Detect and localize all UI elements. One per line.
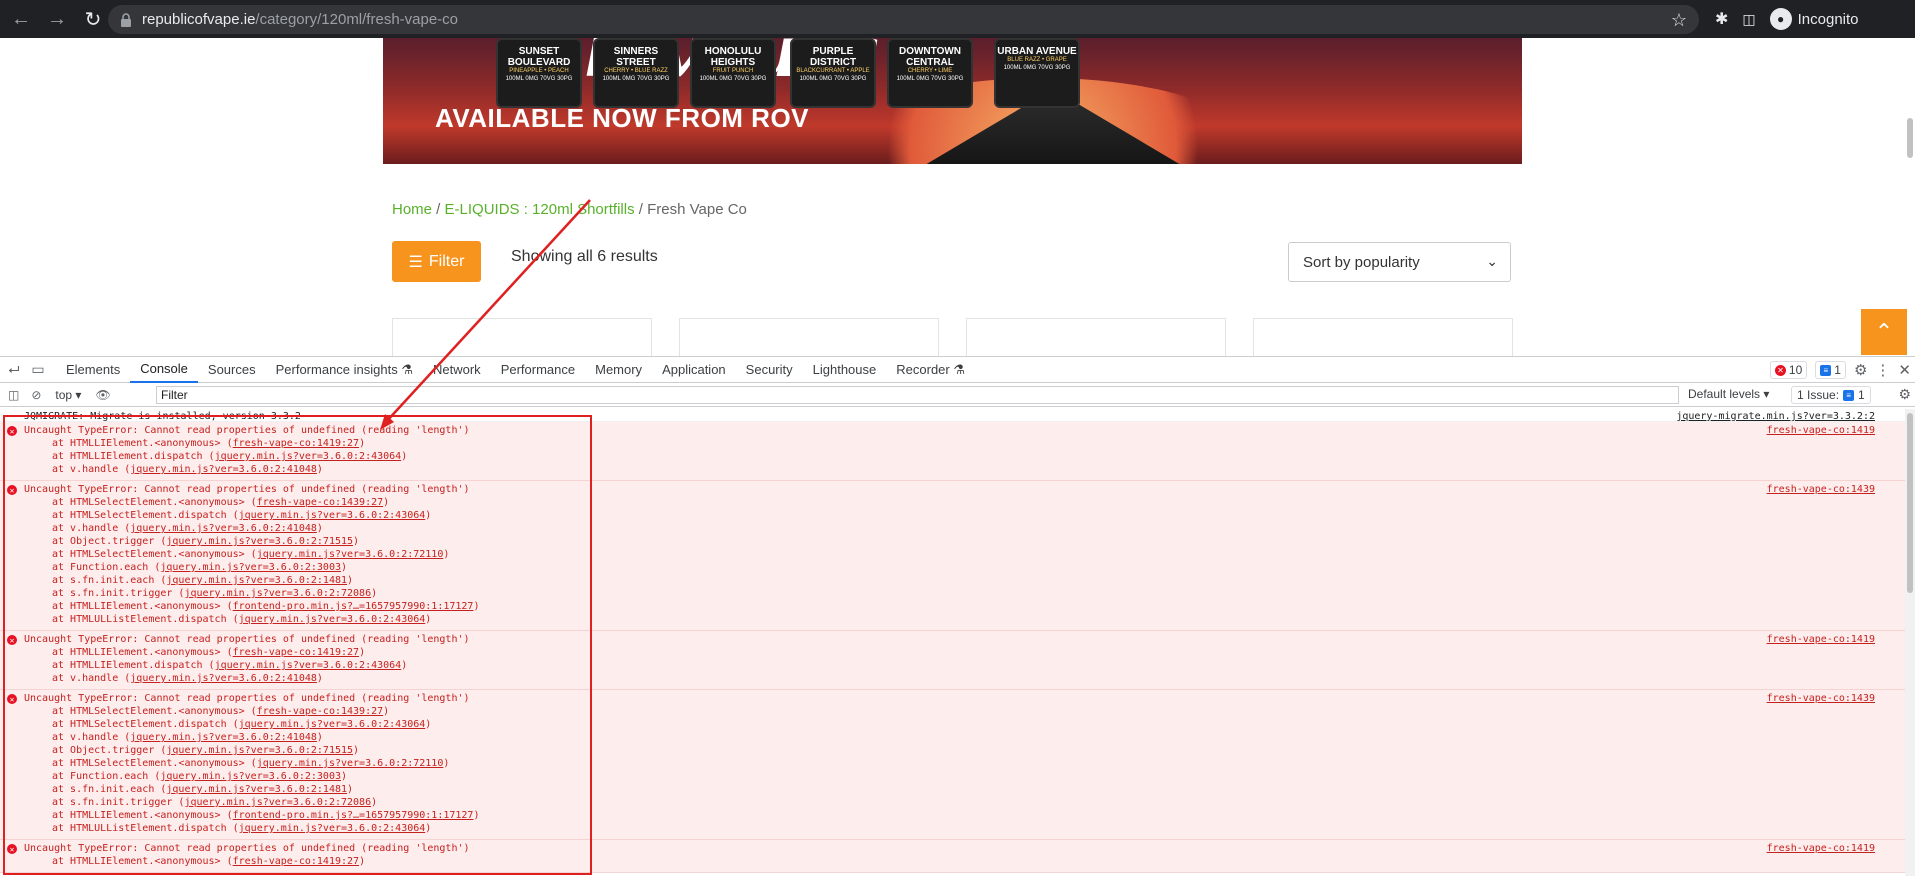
page-viewport: Flavours AVAILABLE NOW FROM ROV SUNSET B…	[0, 38, 1915, 356]
context-select[interactable]: top ▾	[55, 388, 81, 402]
source-link[interactable]: jquery-migrate.min.js?ver=3.3.2:2	[1676, 411, 1875, 422]
url-text: republicofvape.ie/category/120ml/fresh-v…	[142, 11, 459, 28]
breadcrumb: Home / E-LIQUIDS : 120ml Shortfills / Fr…	[392, 201, 747, 218]
console-scrollbar[interactable]	[1905, 409, 1915, 876]
product-bottle: HONOLULU HEIGHTS FRUIT PUNCH 100ML 0MG 70V…	[690, 38, 776, 108]
live-expression-eye-icon[interactable]: 👁	[95, 388, 110, 402]
product-bottle: PURPLE DISTRICT BLACKCURRANT • APPLE 100ML…	[790, 38, 876, 108]
device-toggle-icon[interactable]: ▭	[28, 360, 48, 380]
tab-security[interactable]: Security	[736, 357, 803, 383]
source-link[interactable]: fresh-vape-co:1419	[1767, 424, 1875, 437]
tab-recorder[interactable]: Recorder ⚗	[886, 357, 975, 383]
incognito-icon: ●	[1769, 8, 1792, 30]
menu-icon: ☰	[408, 253, 423, 271]
extensions-icon[interactable]: ✱	[1715, 9, 1728, 29]
profile-label: Incognito	[1797, 10, 1859, 28]
sidebar-toggle-icon[interactable]: ◫	[8, 388, 19, 402]
product-bottle: SINNERS STREET CHERRY • BLUE RAZZ 100ML 0M…	[593, 38, 679, 108]
reload-icon[interactable]: ↻	[78, 4, 108, 34]
chevron-down-icon: ⌄	[1486, 253, 1498, 269]
sort-value: Sort by popularity	[1303, 253, 1420, 271]
error-count-badge[interactable]: ✕ 10	[1769, 361, 1808, 379]
message-icon: ≡	[1820, 364, 1832, 376]
filter-button[interactable]: ☰ Filter	[392, 241, 481, 282]
tab-memory[interactable]: Memory	[585, 357, 652, 383]
filter-label: Filter	[428, 252, 465, 270]
browser-toolbar: ← → ↻ republicofvape.ie/category/120ml/f…	[0, 0, 1915, 38]
console-toolbar: ◫ ⊘ top ▾ 👁 Filter Default levels ▾ 1 Is…	[0, 383, 1915, 407]
product-card[interactable]	[1253, 318, 1513, 356]
tab-sources[interactable]: Sources	[198, 357, 266, 383]
product-card[interactable]	[966, 318, 1226, 356]
address-bar[interactable]: republicofvape.ie/category/120ml/fresh-v…	[108, 5, 1699, 34]
breadcrumb-current: Fresh Vape Co	[647, 201, 747, 218]
error-icon: ✕	[1774, 364, 1786, 376]
lock-icon	[121, 12, 131, 27]
issue-icon: ≡	[1843, 389, 1855, 401]
devtools-tabbar: ⮠ ▭ Elements Console Sources Performance in…	[0, 357, 1915, 383]
inspect-icon[interactable]: ⮠	[4, 360, 24, 380]
message-count-badge[interactable]: ≡ 1	[1815, 361, 1846, 379]
tab-lighthouse[interactable]: Lighthouse	[803, 357, 887, 383]
forward-icon[interactable]: →	[42, 4, 72, 34]
incognito-profile[interactable]: ● Incognito	[1769, 8, 1859, 30]
scroll-to-top-button[interactable]: ⌃	[1861, 309, 1907, 355]
tab-console[interactable]: Console	[130, 357, 198, 383]
back-icon[interactable]: ←	[6, 4, 36, 34]
annotation-highlight-box	[3, 415, 592, 875]
breadcrumb-home[interactable]: Home	[392, 201, 432, 218]
console-filter-input[interactable]: Filter	[156, 386, 1679, 404]
tab-performance[interactable]: Performance	[491, 357, 585, 383]
product-card[interactable]	[679, 318, 939, 356]
product-bottle: SUNSET BOULEVARD PINEAPPLE • PEACH 100ML 0…	[496, 38, 582, 108]
side-panel-icon[interactable]: ◫	[1742, 11, 1755, 28]
source-link[interactable]: fresh-vape-co:1439	[1767, 483, 1875, 496]
product-card[interactable]	[392, 318, 652, 356]
tab-elements[interactable]: Elements	[56, 357, 130, 383]
bookmark-star-icon[interactable]: ☆	[1671, 10, 1687, 31]
source-link[interactable]: fresh-vape-co:1419	[1767, 842, 1875, 855]
more-options-icon[interactable]: ⋮	[1875, 361, 1890, 379]
tab-performance-insights[interactable]: Performance insights ⚗	[266, 357, 423, 383]
log-levels-select[interactable]: Default levels ▾	[1688, 387, 1769, 401]
promo-banner[interactable]: Flavours AVAILABLE NOW FROM ROV SUNSET B…	[383, 38, 1522, 164]
product-bottle: DOWNTOWN CENTRAL CHERRY • LIME 100ML 0MG 7…	[887, 38, 973, 108]
source-link[interactable]: fresh-vape-co:1419	[1767, 633, 1875, 646]
clear-console-icon[interactable]: ⊘	[31, 388, 41, 402]
chevron-up-icon: ⌃	[1874, 319, 1894, 344]
page-scrollbar[interactable]	[1907, 118, 1913, 158]
tab-application[interactable]: Application	[652, 357, 736, 383]
results-count: Showing all 6 results	[511, 248, 658, 265]
sort-select[interactable]: Sort by popularity ⌄	[1288, 242, 1511, 282]
product-bottle: URBAN AVENUE BLUE RAZZ • GRAPE 100ML 0MG 7…	[994, 38, 1080, 108]
console-settings-icon[interactable]: ⚙	[1898, 386, 1911, 403]
close-devtools-icon[interactable]: ✕	[1898, 361, 1911, 379]
tab-network[interactable]: Network	[423, 357, 491, 383]
breadcrumb-category[interactable]: E-LIQUIDS : 120ml Shortfills	[445, 201, 635, 218]
issues-button[interactable]: 1 Issue: ≡ 1	[1791, 386, 1871, 404]
settings-gear-icon[interactable]: ⚙	[1854, 361, 1867, 379]
source-link[interactable]: fresh-vape-co:1439	[1767, 692, 1875, 705]
